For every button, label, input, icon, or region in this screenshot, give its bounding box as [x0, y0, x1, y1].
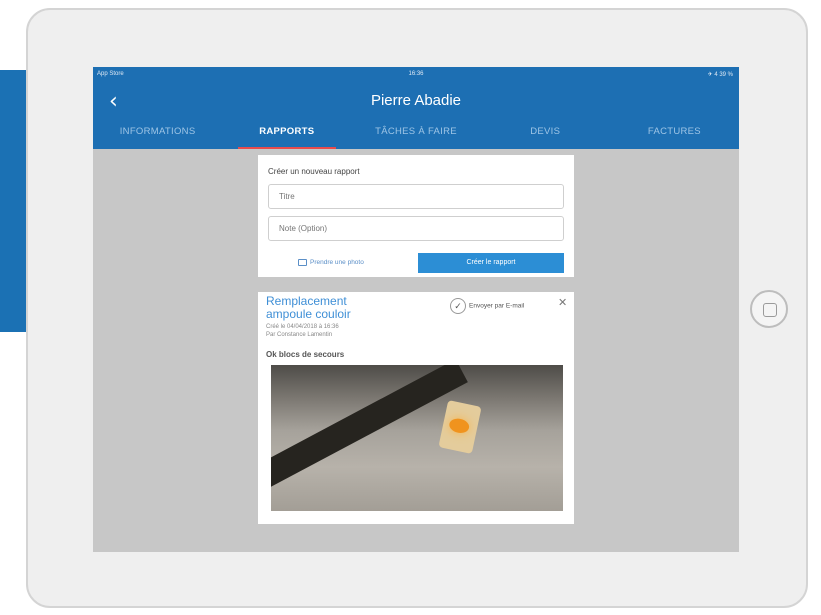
close-icon[interactable]: ✕: [558, 296, 567, 309]
status-bar: App Store 16:36 ✈ 4 39 %: [93, 67, 739, 83]
send-email-label: Envoyer par E-mail: [469, 302, 525, 310]
tab-factures[interactable]: FACTURES: [610, 117, 739, 149]
create-report-button[interactable]: Créer le rapport: [418, 253, 564, 273]
photo-arm-shape: [271, 365, 468, 500]
report-card: Remplacement ampoule couloir Créé le 04/…: [258, 292, 574, 524]
photo-light-glow: [447, 416, 471, 435]
tab-taches-a-faire[interactable]: TÂCHES À FAIRE: [351, 117, 480, 149]
title-input[interactable]: [268, 184, 564, 209]
status-time: 16:36: [408, 71, 424, 77]
photo-device-shape: [438, 399, 482, 455]
send-email-button[interactable]: ✓ Envoyer par E-mail: [450, 298, 524, 314]
new-report-heading: Créer un nouveau rapport: [268, 167, 360, 176]
tab-informations[interactable]: INFORMATIONS: [93, 117, 222, 149]
check-circle-icon: ✓: [450, 298, 466, 314]
report-author: Par Constance Lamentin: [266, 332, 333, 338]
tab-devis[interactable]: DEVIS: [481, 117, 610, 149]
report-title[interactable]: Remplacement ampoule couloir: [266, 295, 396, 321]
report-description: Ok blocs de secours: [266, 350, 345, 359]
home-square-icon: [763, 303, 777, 317]
tab-rapports[interactable]: RAPPORTS: [222, 117, 351, 149]
home-button[interactable]: [750, 290, 788, 328]
report-photo: [271, 365, 563, 511]
navigation-bar: ‹ Pierre Abadie: [93, 83, 739, 117]
report-created: Créé le 04/04/2018 à 16:36: [266, 324, 339, 330]
page-title: Pierre Abadie: [370, 92, 462, 109]
take-photo-button[interactable]: Prendre une photo: [298, 259, 364, 266]
status-battery: ✈ 4 39 %: [707, 72, 733, 78]
app-screen: App Store 16:36 ✈ 4 39 % ‹ Pierre Abadie…: [93, 67, 739, 552]
new-report-card: Créer un nouveau rapport Prendre une pho…: [258, 155, 574, 277]
camera-icon: [298, 259, 307, 266]
tab-bar: INFORMATIONS RAPPORTS TÂCHES À FAIRE DEV…: [93, 117, 739, 149]
take-photo-label: Prendre une photo: [310, 259, 364, 267]
note-input[interactable]: [268, 216, 564, 241]
blue-side-bar: [0, 70, 27, 332]
